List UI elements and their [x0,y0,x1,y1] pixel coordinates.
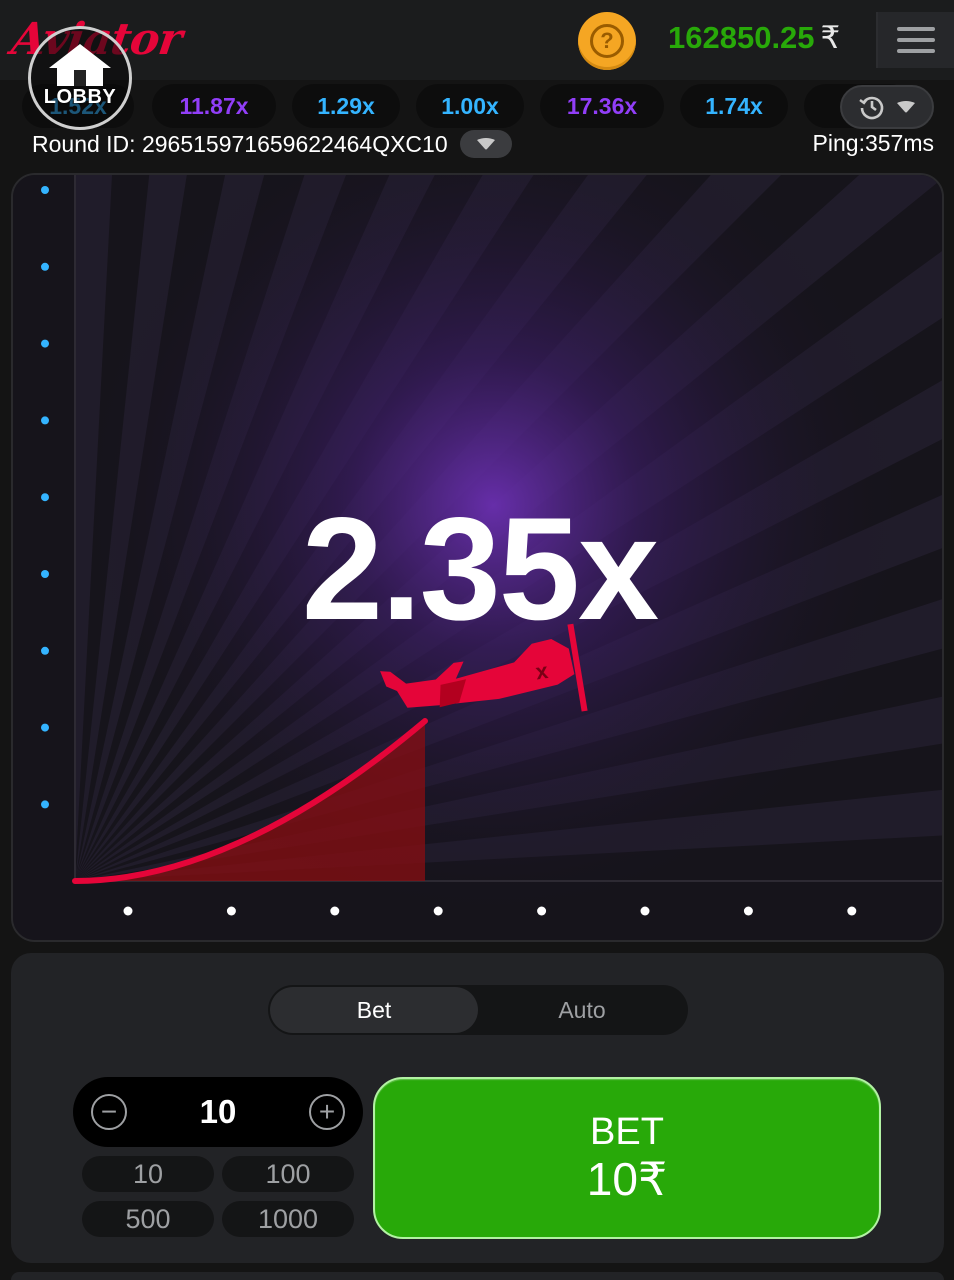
round-id-text: Round ID: 296515971659622464QXC10 [32,130,448,157]
lobby-button[interactable]: LOBBY [28,26,132,130]
help-button[interactable]: ? [578,12,636,70]
history-clock-icon [859,96,884,120]
x-axis-dot [226,906,236,916]
minus-icon: − [100,1096,118,1127]
x-axis-dot [847,906,857,916]
second-bet-panel-edge [11,1272,944,1280]
current-multiplier: 2.35x [301,487,659,650]
plus-icon: + [318,1096,336,1127]
x-axis-dot [330,906,340,916]
bet-button-title: BET [590,1110,664,1153]
y-axis-dot [41,186,49,194]
home-icon [49,43,111,86]
round-details-toggle[interactable] [459,130,512,158]
balance-amount: 162850.25 [668,20,815,55]
y-axis-dot [41,723,49,732]
game-canvas: x 2.35x [11,173,944,942]
x-axis-dot [433,906,443,916]
lobby-label: LOBBY [43,85,117,108]
aviator-game-screen: Aviator ? 162850.25₹ LOBBY 1.52x11.87x1.… [0,0,954,1280]
history-multiplier-chip[interactable]: 1.74x [680,84,788,128]
y-axis-dot [41,339,49,348]
menu-bar [897,38,935,42]
bet-amount-value[interactable]: 10 [200,1093,237,1131]
quick-amount-500[interactable]: 500 [82,1201,214,1237]
y-axis-dot [41,416,49,425]
y-axis-dot [41,800,49,809]
decrease-bet-button[interactable]: − [91,1094,127,1130]
increase-bet-button[interactable]: + [309,1094,345,1130]
tab-auto[interactable]: Auto [478,987,686,1033]
quick-amount-100[interactable]: 100 [222,1156,354,1192]
tab-bet[interactable]: Bet [270,987,478,1033]
bet-panel: Bet Auto − 10 + 10 100 500 1000 BET 10₹ [11,953,944,1263]
chevron-down-icon [476,138,495,150]
bet-amount-stepper: − 10 + [73,1077,363,1147]
history-multiplier-chip[interactable]: 1.29x [292,84,400,128]
place-bet-button[interactable]: BET 10₹ [373,1077,881,1239]
quick-amount-1000[interactable]: 1000 [222,1201,354,1237]
history-multiplier-chip[interactable]: 17.36x [540,84,664,128]
round-id: Round ID: 296515971659622464QXC10 [32,130,512,158]
bet-button-amount: 10₹ [586,1152,668,1205]
history-multiplier-chip[interactable]: 1.00x [416,84,524,128]
menu-bar [897,27,935,31]
history-multiplier-chip[interactable]: 11.87x [152,84,276,128]
currency-symbol: ₹ [820,20,841,55]
y-axis-dot [41,262,49,271]
chevron-down-icon [897,101,915,113]
x-axis-dot [537,906,547,916]
x-axis-dot [743,906,753,916]
hamburger-menu-button[interactable] [876,12,954,68]
ping-indicator: Ping:357ms [812,130,934,156]
menu-bar [897,49,935,53]
quick-amount-10[interactable]: 10 [82,1156,214,1192]
balance-display: 162850.25 ₹ [668,20,840,56]
x-axis-dot [123,906,133,916]
top-bar: Aviator ? 162850.25₹ [0,0,954,80]
x-axis-dot [640,906,650,916]
question-icon: ? [590,24,624,58]
multiplier-history: 1.52x11.87x1.29x1.00x17.36x1.74x1 [0,84,954,132]
history-expand-button[interactable] [840,85,934,129]
bet-mode-tabs: Bet Auto [268,985,688,1035]
